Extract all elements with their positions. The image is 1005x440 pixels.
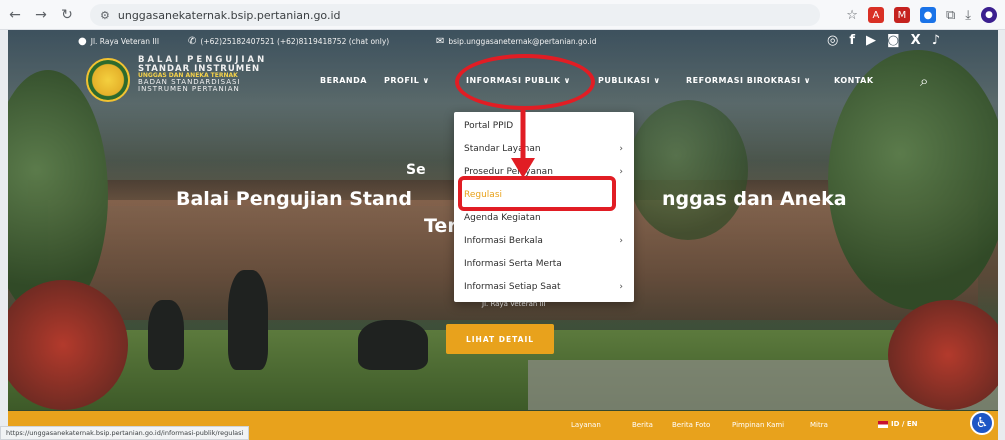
footer-link-berita[interactable]: Berita <box>632 421 653 429</box>
annotation-highlight-box <box>458 176 616 211</box>
instagram-icon[interactable]: ◙ <box>887 33 900 48</box>
email-text[interactable]: bsip.unggasaneternak@pertanian.go.id <box>448 37 596 46</box>
chevron-right-icon: › <box>619 167 623 177</box>
site-name[interactable]: BALAI PENGUJIAN STANDAR INSTRUMEN UNGGAS… <box>138 56 298 93</box>
chevron-right-icon: › <box>619 236 623 246</box>
address-text: unggasanekaternak.bsip.pertanian.go.id <box>117 8 341 22</box>
status-bar-url: https://unggasanekaternak.bsip.pertanian… <box>0 426 250 440</box>
animal-statue <box>228 270 268 370</box>
annotation-arrow <box>511 106 535 178</box>
accessibility-icon[interactable]: ♿ <box>970 411 994 435</box>
dropdown-item-informasi-setiap-saat[interactable]: Informasi Setiap Saat › <box>464 279 629 295</box>
dropdown-item-label: Portal PPID <box>464 121 514 131</box>
x-twitter-icon[interactable]: X <box>911 33 921 48</box>
footer-link-mitra[interactable]: Mitra <box>810 421 828 429</box>
pdf-extension-icon[interactable]: A <box>867 7 884 23</box>
annotation-ellipse <box>455 54 595 110</box>
dropdown-item-label: Informasi Serta Merta <box>464 259 562 269</box>
footer-link-berita-foto[interactable]: Berita Foto <box>672 421 710 429</box>
whatsapp-icon[interactable]: ◎ <box>827 33 838 48</box>
footer-link-layanan[interactable]: Layanan <box>571 421 601 429</box>
nav-kontak[interactable]: KONTAK <box>834 76 874 85</box>
mail-icon: ✉ <box>436 36 445 47</box>
animal-statue <box>358 320 428 370</box>
site-logo[interactable] <box>86 58 130 102</box>
search-icon[interactable]: ⌕ <box>920 72 928 90</box>
nav-reformasi-birokrasi[interactable]: REFORMASI BIROKRASI ∨ <box>686 76 811 85</box>
logo-line-5: INSTRUMEN PERTANIAN <box>138 85 240 93</box>
hero-title-right: nggas dan Aneka <box>661 188 847 210</box>
bookmark-star-icon[interactable]: ☆ <box>846 8 858 23</box>
contact-bar: ● Jl. Raya Veteran III ✆ (+62)2518240752… <box>8 30 998 52</box>
animal-statue <box>148 300 184 370</box>
website-page: ● Jl. Raya Veteran III ✆ (+62)2518240752… <box>8 30 998 440</box>
location-pin-icon: ● <box>78 36 87 47</box>
dropdown-item-informasi-berkala[interactable]: Informasi Berkala › <box>464 233 629 249</box>
browser-toolbar: ← → ↻ ⚙ unggasanekaternak.bsip.pertanian… <box>0 0 1005 30</box>
dropdown-item-agenda-kegiatan[interactable]: Agenda Kegiatan <box>464 210 629 226</box>
chevron-right-icon: › <box>619 144 623 154</box>
extensions-puzzle-icon[interactable]: ⧉ <box>946 8 955 23</box>
dropdown-item-informasi-serta-merta[interactable]: Informasi Serta Merta <box>464 256 629 272</box>
dropdown-item-portal-ppid[interactable]: Portal PPID <box>464 118 629 134</box>
chevron-right-icon: › <box>619 282 623 292</box>
back-icon[interactable]: ← <box>4 4 26 26</box>
address-bar[interactable]: ⚙ unggasanekaternak.bsip.pertanian.go.id <box>90 4 820 26</box>
facebook-icon[interactable]: f <box>849 33 855 48</box>
reload-icon[interactable]: ↻ <box>56 4 78 26</box>
hero-title-left: Balai Pengujian Stand <box>176 188 412 210</box>
mail-extension-icon[interactable]: M <box>893 7 910 23</box>
flower-bush-right <box>888 300 998 410</box>
nav-profil[interactable]: PROFIL ∨ <box>384 76 430 85</box>
address-text: Jl. Raya Veteran III <box>90 37 160 46</box>
forward-icon[interactable]: → <box>30 4 52 26</box>
site-info-icon[interactable]: ⚙ <box>100 9 110 22</box>
screen-extension-icon[interactable]: ● <box>919 7 936 23</box>
nav-beranda[interactable]: BERANDA <box>320 76 367 85</box>
footer-link-pimpinan-kami[interactable]: Pimpinan Kami <box>732 421 784 429</box>
language-label: ID / EN <box>891 420 918 428</box>
dropdown-item-standar-layanan[interactable]: Standar Layanan › <box>464 141 629 157</box>
tree-right <box>828 50 998 310</box>
dropdown-item-label: Agenda Kegiatan <box>464 213 541 223</box>
dropdown-item-label: Informasi Berkala <box>464 236 543 246</box>
youtube-icon[interactable]: ▶ <box>866 33 876 48</box>
profile-avatar[interactable]: ● <box>981 7 997 23</box>
tiktok-icon[interactable]: ♪ <box>932 33 940 48</box>
download-icon[interactable]: ⤓ <box>965 8 971 23</box>
nav-publikasi[interactable]: PUBLIKASI ∨ <box>598 76 660 85</box>
phone-text: (+62)25182407521 (+62)8119418752 (chat o… <box>200 37 390 46</box>
phone-icon: ✆ <box>188 36 197 47</box>
indonesia-flag-icon <box>878 420 888 428</box>
tree-middle <box>628 100 748 240</box>
language-switcher[interactable]: ID / EN <box>878 420 918 428</box>
lihat-detail-button[interactable]: LIHAT DETAIL <box>446 324 554 354</box>
dropdown-item-label: Informasi Setiap Saat <box>464 282 561 292</box>
hero-subtitle: Se <box>406 162 426 178</box>
